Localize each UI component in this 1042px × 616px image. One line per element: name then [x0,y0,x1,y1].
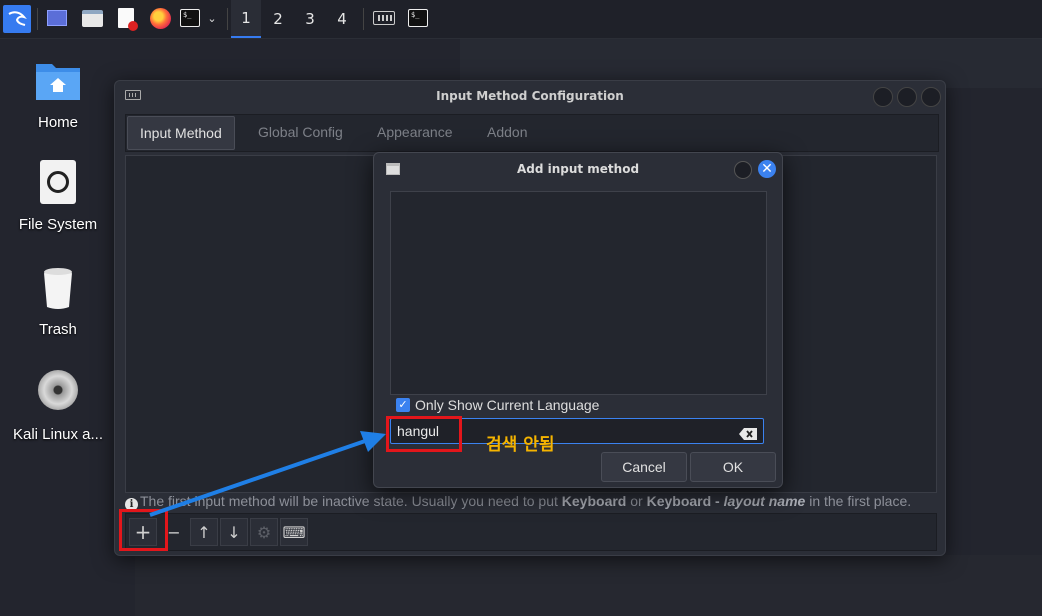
annotation-text: 검색 안됨 [486,435,555,455]
annotation-arrow-icon [149,431,386,517]
